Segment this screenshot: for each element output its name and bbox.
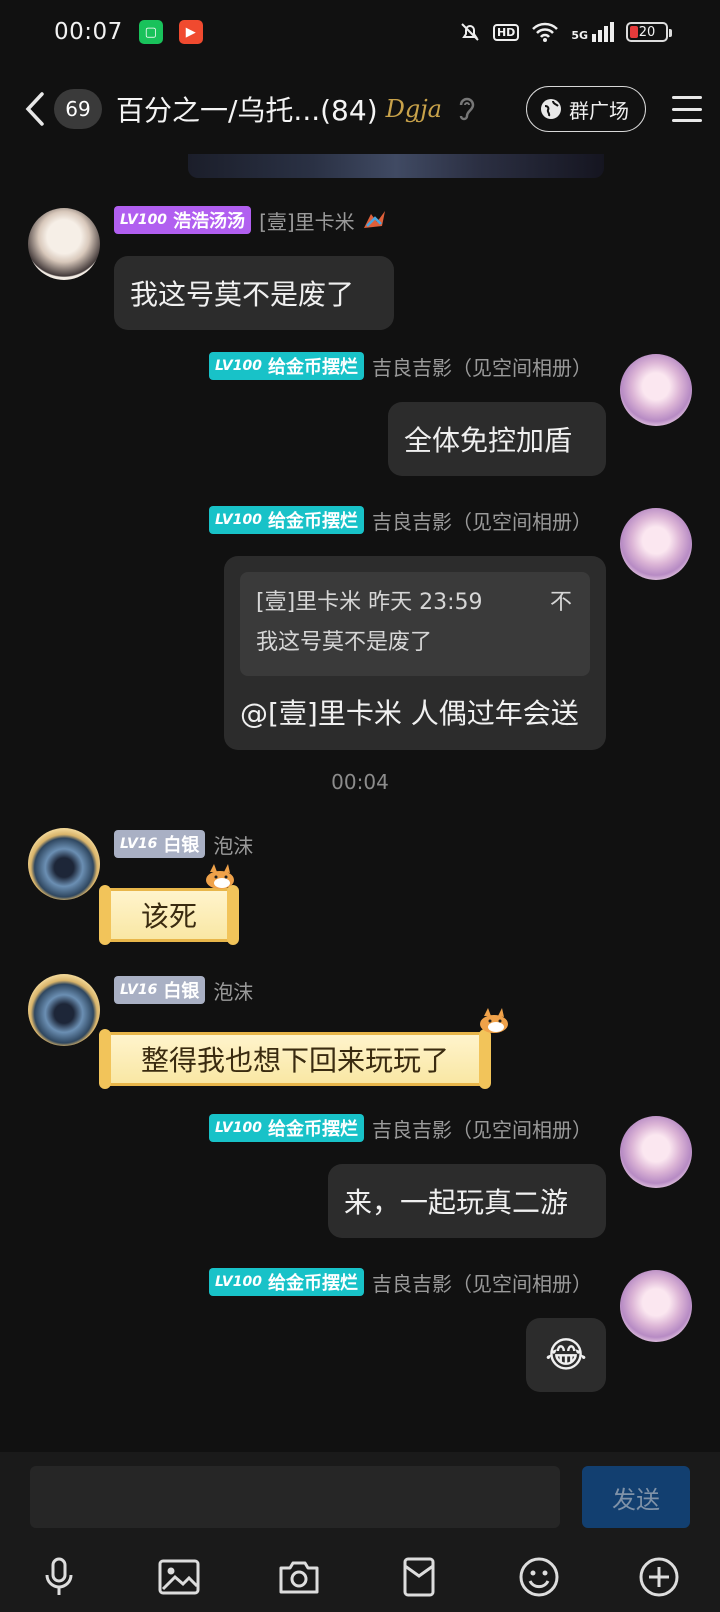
sender-nickname: 泡沫 (213, 833, 254, 858)
microphone-icon[interactable] (34, 1552, 84, 1602)
avatar[interactable] (28, 974, 100, 1046)
level-badge: LV100 浩浩汤汤 (114, 206, 252, 234)
message-bubble[interactable]: 该死 (98, 885, 240, 945)
message-bubble[interactable]: 我这号莫不是废了 (114, 256, 394, 330)
quote-text: 我这号莫不是废了 (256, 630, 433, 655)
message-right-reply: LV100 给金币摆烂 吉良吉影（见空间相册） [壹]里卡米 昨天 23:59 不… (0, 504, 720, 750)
level-badge: LV16 白银 (114, 830, 206, 858)
avatar[interactable] (620, 1116, 692, 1188)
message-right: LV100 给金币摆烂 吉良吉影（见空间相册） 😂 (0, 1266, 720, 1396)
sender-nickname: [壹]里卡米 (259, 209, 355, 234)
status-bar: 00:07 ▢ ▶ HD 5G 20 (0, 0, 720, 64)
brand-tag: Dgja (385, 95, 442, 123)
phone-app-icon: ▢ (138, 20, 163, 44)
chat-list[interactable]: LV100 浩浩汤汤 [壹]里卡米 我这号莫不是废了 LV100 给金币摆烂 吉良吉… (0, 154, 720, 1452)
mute-bell-icon (461, 23, 479, 41)
chat-header: 69 百分之一/乌托...(84) Dgja 群广场 (0, 64, 720, 154)
message-bubble[interactable]: 整得我也想下回来玩玩了 (98, 1029, 492, 1089)
message-bubble[interactable]: 全体免控加盾 (388, 402, 606, 476)
globe-icon (541, 99, 561, 119)
level-badge: LV100 给金币摆烂 (208, 1114, 364, 1142)
unread-count-badge[interactable]: 69 (54, 89, 102, 129)
level-badge: LV16 白银 (114, 976, 206, 1004)
chat-timestamp: 00:04 (331, 770, 389, 794)
red-packet-icon[interactable] (394, 1552, 444, 1602)
input-bar: 发送 (0, 1452, 720, 1612)
group-title[interactable]: 百分之一/乌托...(84) (116, 89, 378, 129)
sender-nickname: 吉良吉影（见空间相册） (372, 1117, 592, 1142)
message-right: LV100 给金币摆烂 吉良吉影（见空间相册） 全体免控加盾 (0, 350, 720, 480)
send-button[interactable]: 发送 (582, 1466, 690, 1528)
sender-nickname: 吉良吉影（见空间相册） (372, 1271, 592, 1296)
ear-icon[interactable] (456, 94, 478, 124)
group-square-label: 群广场 (569, 98, 629, 123)
quoted-message[interactable]: [壹]里卡米 昨天 23:59 不 我这号莫不是废了 (240, 572, 590, 676)
wifi-icon (532, 22, 559, 42)
avatar[interactable] (620, 508, 692, 580)
avatar[interactable] (620, 1270, 692, 1342)
dragon-badge-icon (363, 211, 385, 228)
level-badge: LV100 给金币摆烂 (208, 1268, 364, 1296)
plus-icon[interactable] (634, 1552, 684, 1602)
status-time: 00:07 (54, 19, 123, 45)
battery-icon: 20 (626, 22, 672, 42)
sender-nickname: 吉良吉影（见空间相册） (372, 355, 592, 380)
reply-text: @[壹]里卡米 人偶过年会送 (240, 697, 579, 730)
level-badge: LV100 给金币摆烂 (208, 352, 364, 380)
message-left: LV100 浩浩汤汤 [壹]里卡米 我这号莫不是废了 (0, 154, 720, 334)
message-right: LV100 给金币摆烂 吉良吉影（见空间相册） 来，一起玩真二游 (0, 1112, 720, 1242)
message-input[interactable] (30, 1466, 560, 1528)
message-left: LV16 白银 泡沫 整得我也想下回来玩玩了 (0, 972, 720, 1102)
hd-icon: HD (492, 23, 520, 41)
emoji-icon[interactable] (514, 1552, 564, 1602)
level-badge: LV100 给金币摆烂 (208, 506, 364, 534)
sender-nickname: 泡沫 (213, 979, 254, 1004)
quote-header: [壹]里卡米 昨天 23:59 (256, 590, 483, 615)
quote-suffix: 不 (549, 590, 572, 615)
sender-nickname: 吉良吉影（见空间相册） (372, 509, 592, 534)
message-bubble[interactable]: 来，一起玩真二游 (328, 1164, 606, 1238)
corgi-sticker-icon (480, 1008, 508, 1033)
input-toolbar (0, 1552, 720, 1608)
message-left: LV16 白银 泡沫 该死 (0, 826, 720, 956)
corgi-sticker-icon (206, 864, 234, 889)
avatar[interactable] (620, 354, 692, 426)
image-icon[interactable] (154, 1552, 204, 1602)
video-app-icon: ▶ (178, 20, 203, 44)
signal-icon: 5G (571, 22, 614, 42)
avatar[interactable] (28, 208, 100, 280)
avatar[interactable] (28, 828, 100, 900)
menu-icon[interactable] (672, 96, 702, 122)
group-square-button[interactable]: 群广场 (526, 86, 646, 132)
message-bubble[interactable]: [壹]里卡米 昨天 23:59 不 我这号莫不是废了 @[壹]里卡米 人偶过年会… (224, 556, 606, 750)
back-icon[interactable] (24, 89, 52, 129)
camera-icon[interactable] (274, 1552, 324, 1602)
emoji-message-bubble[interactable]: 😂 (526, 1318, 606, 1392)
